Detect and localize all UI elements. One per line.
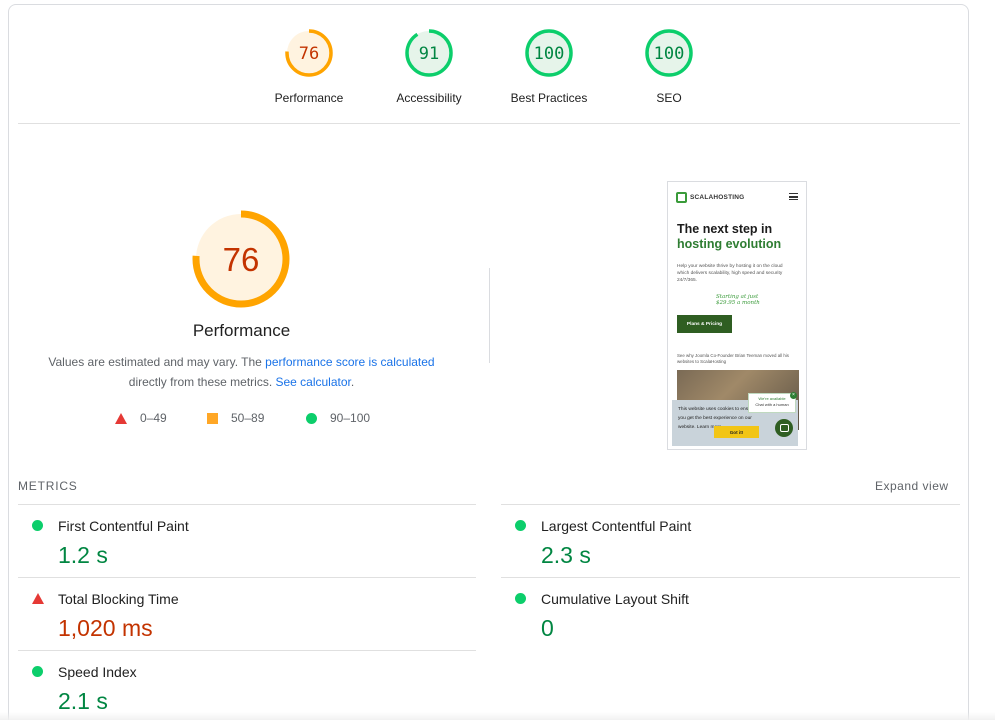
circle-icon — [306, 412, 317, 424]
circle-icon — [32, 520, 43, 531]
metric-label: First Contentful Paint — [58, 518, 189, 534]
gauge-ring: 91 — [405, 29, 453, 77]
gauge-score: 100 — [654, 44, 685, 64]
metric-first-contentful-paint: First Contentful Paint 1.2 s — [18, 505, 458, 577]
headline-line-2: hosting evolution — [677, 237, 782, 251]
cookie-got-it: Got it! — [714, 426, 759, 438]
circle-icon — [515, 593, 526, 604]
metric-value: 1.2 s — [58, 542, 108, 568]
desc-text: directly from these metrics. — [128, 375, 276, 389]
headline-line-1: The next step in — [677, 222, 773, 236]
screenshot-header: SCALAHOSTING — [676, 190, 800, 204]
performance-gauge: 76 — [192, 210, 290, 308]
circle-icon — [32, 666, 43, 677]
screenshot-price-note: Starting at just $29.95 a month — [716, 294, 760, 306]
legend-label: 0–49 — [140, 411, 167, 425]
performance-title: Performance — [192, 321, 291, 340]
gauge-best-practices[interactable]: 100 Best Practices — [494, 28, 604, 105]
legend-label: 90–100 — [330, 411, 371, 425]
triangle-icon — [115, 412, 127, 424]
performance-score: 76 — [223, 241, 260, 278]
chat-line-2: Chat with a human — [755, 402, 789, 407]
score-gauges: 76 Performance 91 Accessibility 100 Best… — [0, 0, 995, 120]
performance-description: Values are estimated and may vary. The p… — [36, 352, 447, 392]
legend-average: 50–89 — [207, 411, 264, 425]
metric-label: Speed Index — [58, 664, 137, 680]
screenshot-headline: The next step in hosting evolution — [677, 222, 802, 252]
legend-pass: 90–100 — [306, 411, 370, 425]
metric-cumulative-layout-shift: Cumulative Layout Shift 0 — [501, 578, 941, 650]
vertical-divider — [489, 268, 490, 363]
final-screenshot[interactable]: SCALAHOSTING The next step in hosting ev… — [667, 181, 807, 450]
gauge-label: Performance — [274, 91, 344, 105]
screenshot-cta: Plans & Pricing — [677, 315, 732, 333]
triangle-icon — [32, 593, 44, 604]
circle-icon — [515, 520, 526, 531]
metric-value: 2.3 s — [541, 542, 591, 568]
gauge-performance[interactable]: 76 Performance — [254, 28, 364, 105]
screenshot-body: Help your website thrive by hosting it o… — [677, 264, 783, 283]
expand-view-toggle[interactable]: Expand view — [875, 479, 949, 493]
divider — [18, 123, 960, 124]
menu-icon — [789, 193, 798, 200]
desc-text: . — [350, 375, 355, 389]
screenshot-chat-bubble: We're available Chat with a human — [748, 393, 796, 413]
screenshot-cofounder: See why Joomla Co-Founder Brian Teeman m… — [677, 353, 789, 364]
gauge-seo[interactable]: 100 SEO — [614, 28, 724, 105]
gauge-score: 91 — [419, 44, 439, 64]
legend-label: 50–89 — [231, 411, 265, 425]
square-icon — [207, 412, 218, 424]
chat-icon — [775, 419, 793, 437]
metric-value: 0 — [541, 615, 554, 641]
metric-largest-contentful-paint: Largest Contentful Paint 2.3 s — [501, 505, 941, 577]
metric-label: Total Blocking Time — [58, 591, 179, 607]
metric-label: Cumulative Layout Shift — [541, 591, 689, 607]
gauge-label: SEO — [656, 91, 682, 105]
gauge-accessibility[interactable]: 91 Accessibility — [374, 28, 484, 105]
close-icon: × — [790, 392, 797, 399]
metric-total-blocking-time: Total Blocking Time 1,020 ms — [18, 578, 458, 650]
metric-label: Largest Contentful Paint — [541, 518, 692, 534]
gauge-ring: 76 — [285, 29, 333, 77]
score-calculated-link[interactable]: performance score is calculated — [265, 355, 434, 369]
gauge-score: 100 — [534, 44, 565, 64]
desc-text: Values are estimated and may vary. The — [48, 355, 266, 369]
gauge-label: Accessibility — [396, 91, 462, 105]
metric-speed-index: Speed Index 2.1 s — [18, 651, 458, 720]
legend-fail: 0–49 — [115, 411, 167, 425]
metric-value: 2.1 s — [58, 688, 108, 714]
logo-icon — [676, 191, 687, 203]
gauge-ring: 100 — [645, 29, 693, 77]
bottom-fade — [0, 712, 995, 720]
see-calculator-link[interactable]: See calculator — [275, 375, 350, 389]
gauge-score: 76 — [299, 44, 319, 64]
metric-value: 1,020 ms — [58, 615, 153, 641]
gauge-label: Best Practices — [510, 91, 588, 105]
metrics-header: METRICS — [18, 479, 78, 493]
gauge-ring: 100 — [525, 29, 573, 77]
screenshot-logo: SCALAHOSTING — [690, 193, 745, 201]
